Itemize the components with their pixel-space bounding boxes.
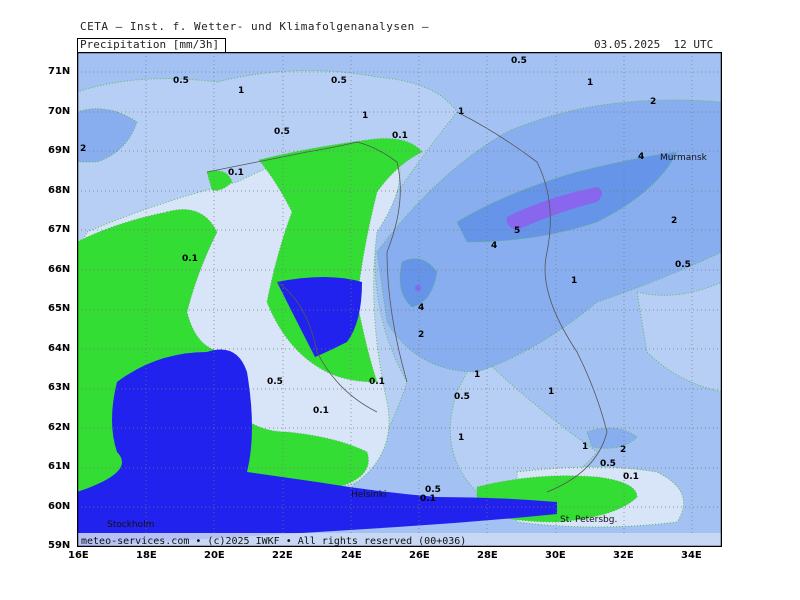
contour-label: 0.1 [182,254,198,264]
lon-label: 22E [272,550,293,561]
lon-label: 30E [545,550,566,561]
lon-label: 28E [477,550,498,561]
contour-label: 2 [80,144,86,154]
lon-label: 32E [613,550,634,561]
city-murmansk: Murmansk [660,153,708,163]
contour-label: 0.5 [454,392,470,402]
contour-label: 1 [548,387,554,397]
lat-label: 70N [48,106,71,117]
contour-label: 0.5 [331,76,347,86]
lat-label: 62N [48,422,71,433]
contour-label: 2 [671,216,677,226]
contour-label: 0.1 [228,168,244,178]
lat-label: 65N [48,303,71,314]
contour-label: 0.1 [420,494,436,504]
lon-label: 34E [681,550,702,561]
lat-label: 64N [48,343,71,354]
lat-label: 69N [48,145,71,156]
contour-label: 1 [587,78,593,88]
contour-label: 4 [638,152,644,162]
contour-label: 0.5 [173,76,189,86]
lat-label: 68N [48,185,71,196]
contour-label: 4 [491,241,497,251]
valid-time: 03.05.2025 12 UTC [594,38,714,51]
lat-label: 67N [48,224,71,235]
contour-label: 0.1 [623,472,639,482]
copyright-credit: meteo-services.com • (c)2025 IWKF • All … [81,536,466,547]
contour-label: 1 [474,370,480,380]
lon-label: 26E [409,550,430,561]
precipitation-map: 0.5 1 0.5 1 0.5 1 2 0.5 1 2 0.1 0.1 4 5 … [77,52,722,547]
contour-label: 0.5 [511,56,527,66]
lat-label: 59N [48,540,71,551]
lon-label: 16E [68,550,89,561]
contour-label: 2 [418,330,424,340]
contour-label: 0.5 [600,459,616,469]
lon-label: 24E [341,550,362,561]
contour-label: 4 [418,303,424,313]
lon-label: 18E [136,550,157,561]
contour-label: 1 [458,433,464,443]
contour-label: 1 [238,86,244,96]
contour-label: 1 [571,276,577,286]
lat-label: 66N [48,264,71,275]
lat-label: 61N [48,461,71,472]
contour-label: 1 [458,107,464,117]
lat-label: 71N [48,66,71,77]
contour-label: 2 [620,445,626,455]
city-st-petersburg: St. Petersbg. [560,515,617,525]
parameter-label: Precipitation [mm/3h] [80,38,220,51]
lon-label: 20E [204,550,225,561]
contour-label: 0.1 [369,377,385,387]
contour-label: 0.5 [274,127,290,137]
contour-label: 2 [650,97,656,107]
contour-label: 1 [362,111,368,121]
lat-label: 60N [48,501,71,512]
contour-label: 0.5 [267,377,283,387]
city-helsinki: Helsinki [351,490,386,500]
contour-label: 5 [514,226,520,236]
lat-label: 63N [48,382,71,393]
city-stockholm: Stockholm [107,520,154,530]
chart-title: CETA — Inst. f. Wetter- und Klimafolgena… [80,20,430,33]
contour-label: 0.1 [313,406,329,416]
contour-label: 1 [582,442,588,452]
contour-label: 0.5 [675,260,691,270]
contour-label: 0.1 [392,131,408,141]
